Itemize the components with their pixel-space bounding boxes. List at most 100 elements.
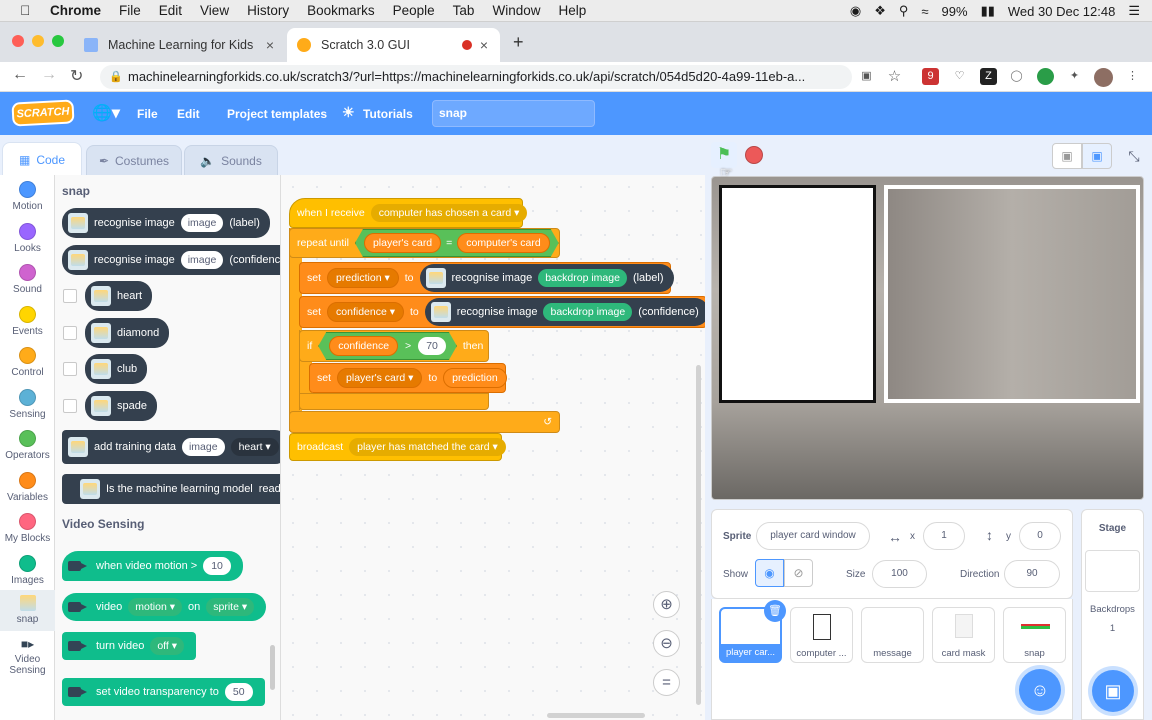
block-arg[interactable]: backdrop image xyxy=(538,269,627,287)
project-templates-button[interactable]: Project templates xyxy=(227,107,327,121)
tab-costumes[interactable]: ✒ Costumes xyxy=(86,145,182,176)
tab-machine-learning[interactable]: Machine Learning for Kids × xyxy=(74,28,286,62)
x-input[interactable]: 1 xyxy=(923,522,965,550)
zoom-out-button[interactable]: ⊖ xyxy=(653,630,680,657)
block-greater-than-operator[interactable]: confidence > 70 xyxy=(318,332,457,360)
kebab-menu-icon[interactable]: ⋮ xyxy=(1124,68,1141,85)
tab-scratch-gui[interactable]: Scratch 3.0 GUI × xyxy=(287,28,500,62)
variable-reporter[interactable]: player's card xyxy=(364,233,441,253)
sprite-thumb-computer[interactable]: computer ... xyxy=(790,607,853,663)
app-menu-chrome[interactable]: Chrome xyxy=(50,3,101,18)
show-visible-eye-icon[interactable]: ◉ xyxy=(755,559,784,587)
block-label-heart[interactable]: heart xyxy=(85,281,153,311)
checkbox-spade[interactable] xyxy=(63,399,77,413)
green-extension-icon[interactable] xyxy=(1037,68,1054,85)
star-icon[interactable]: ☆ xyxy=(886,68,903,85)
category-motion[interactable]: Motion xyxy=(0,181,55,212)
block-recognise-image-label[interactable]: recognise image backdrop image (label) xyxy=(419,264,674,292)
apple-icon[interactable]:  xyxy=(14,3,36,18)
puzzle-icon[interactable]: ✦ xyxy=(1066,68,1083,85)
block-dropdown[interactable]: motion ▾ xyxy=(128,598,182,616)
menu-window[interactable]: Window xyxy=(492,3,540,18)
list-icon[interactable]: ☰ xyxy=(1128,3,1140,19)
category-operators[interactable]: Operators xyxy=(0,430,55,461)
menu-bookmarks[interactable]: Bookmarks xyxy=(307,3,375,18)
block-arg[interactable]: image xyxy=(180,251,224,269)
message-dropdown[interactable]: computer has chosen a card ▾ xyxy=(370,204,528,222)
block-set-confidence[interactable]: set confidence ▾ to recognise image back… xyxy=(299,296,705,328)
circle-extension-icon[interactable]: ◯ xyxy=(1008,68,1025,85)
menu-view[interactable]: View xyxy=(200,3,229,18)
palette-scrollbar[interactable] xyxy=(270,645,275,690)
variable-dropdown[interactable]: player's card ▾ xyxy=(337,368,423,388)
sprite-thumb-card-mask[interactable]: card mask xyxy=(932,607,995,663)
category-sound[interactable]: Sound xyxy=(0,264,55,295)
tutorials-button[interactable]: Tutorials xyxy=(363,107,413,121)
variable-reporter[interactable]: computer's card xyxy=(457,233,549,253)
close-tab-icon[interactable]: × xyxy=(480,37,488,53)
category-control[interactable]: Control xyxy=(0,347,55,378)
sprite-name-input[interactable]: player card window xyxy=(756,522,870,550)
avatar[interactable] xyxy=(1094,68,1113,87)
add-sprite-button[interactable]: ☺ xyxy=(1019,669,1061,711)
variable-dropdown[interactable]: confidence ▾ xyxy=(327,302,404,322)
block-set-prediction[interactable]: set prediction ▾ to recognise image back… xyxy=(299,262,674,294)
reload-icon[interactable]: ↻ xyxy=(70,66,83,86)
menu-edit[interactable]: Edit xyxy=(159,3,182,18)
language-globe-icon[interactable]: 🌐▾ xyxy=(92,103,120,123)
menu-people[interactable]: People xyxy=(393,3,435,18)
tab-sounds[interactable]: 🔈 Sounds xyxy=(184,145,278,176)
block-set-video-transparency[interactable]: set video transparency to 50 xyxy=(62,678,265,706)
delete-sprite-trash-icon[interactable]: 🗑 xyxy=(764,600,786,622)
size-input[interactable]: 100 xyxy=(872,560,927,588)
minimize-window-dot[interactable] xyxy=(32,35,44,47)
record-icon[interactable]: ◉ xyxy=(850,3,861,19)
block-dropdown[interactable]: off ▾ xyxy=(150,637,184,655)
block-set-players-card[interactable]: set player's card ▾ to prediction xyxy=(309,363,507,393)
clock[interactable]: Wed 30 Dec 12:48 xyxy=(1008,4,1115,19)
tab-code[interactable]: ▦ Code xyxy=(2,142,82,176)
block-video-on[interactable]: video motion ▾ on sprite ▾ xyxy=(62,593,267,621)
workspace-horizontal-scrollbar[interactable] xyxy=(547,713,645,718)
camera-icon[interactable]: ▣ xyxy=(858,68,875,85)
small-stage-icon[interactable]: ▣ xyxy=(1052,143,1082,169)
category-events[interactable]: Events xyxy=(0,306,55,337)
menu-file[interactable]: File xyxy=(119,3,141,18)
extension-badge-icon[interactable]: 9 xyxy=(922,68,939,85)
zoom-in-button[interactable]: ⊕ xyxy=(653,591,680,618)
checkbox-heart[interactable] xyxy=(63,289,77,303)
menu-help[interactable]: Help xyxy=(558,3,586,18)
script-workspace[interactable]: when I receive computer has chosen a car… xyxy=(280,175,705,720)
url-bar[interactable]: 🔒 machinelearningforkids.co.uk/scratch3/… xyxy=(100,65,852,89)
z-extension-icon[interactable]: Z xyxy=(980,68,997,85)
normal-stage-icon[interactable]: ▣ xyxy=(1082,143,1112,169)
number-input[interactable]: 70 xyxy=(418,337,446,355)
block-broadcast[interactable]: broadcast player has matched the card ▾ xyxy=(289,433,506,461)
new-tab-icon[interactable]: + xyxy=(513,32,524,53)
block-when-i-receive[interactable]: when I receive computer has chosen a car… xyxy=(289,198,528,228)
variable-reporter[interactable]: prediction xyxy=(443,368,507,388)
sprite-thumb-message[interactable]: message xyxy=(861,607,924,663)
direction-input[interactable]: 90 xyxy=(1004,560,1060,588)
forward-icon[interactable]: → xyxy=(41,66,57,84)
close-window-dot[interactable] xyxy=(12,35,24,47)
category-variables[interactable]: Variables xyxy=(0,472,55,503)
block-recognise-image-confidence[interactable]: recognise image image (confidence xyxy=(62,245,280,275)
block-dropdown[interactable]: heart ▾ xyxy=(230,438,279,456)
category-video-sensing[interactable]: ■▸ Video Sensing xyxy=(0,637,55,720)
battery-label[interactable]: 99% xyxy=(942,4,968,19)
stage-canvas[interactable] xyxy=(711,176,1144,500)
message-dropdown[interactable]: player has matched the card ▾ xyxy=(349,438,506,456)
checkbox-club[interactable] xyxy=(63,362,77,376)
show-hidden-eye-icon[interactable]: ⊘ xyxy=(784,559,813,587)
project-title-input[interactable]: snap xyxy=(432,100,595,127)
category-looks[interactable]: Looks xyxy=(0,223,55,254)
block-label-spade[interactable]: spade xyxy=(85,391,157,421)
category-my-blocks[interactable]: My Blocks xyxy=(0,513,55,544)
block-arg[interactable]: image xyxy=(180,214,224,232)
block-equals-operator[interactable]: player's card = computer's card xyxy=(355,229,559,257)
stop-icon[interactable] xyxy=(745,146,763,164)
block-label-club[interactable]: club xyxy=(85,354,148,384)
close-tab-icon[interactable]: × xyxy=(266,37,274,53)
add-backdrop-button[interactable]: ▣ xyxy=(1092,670,1134,712)
